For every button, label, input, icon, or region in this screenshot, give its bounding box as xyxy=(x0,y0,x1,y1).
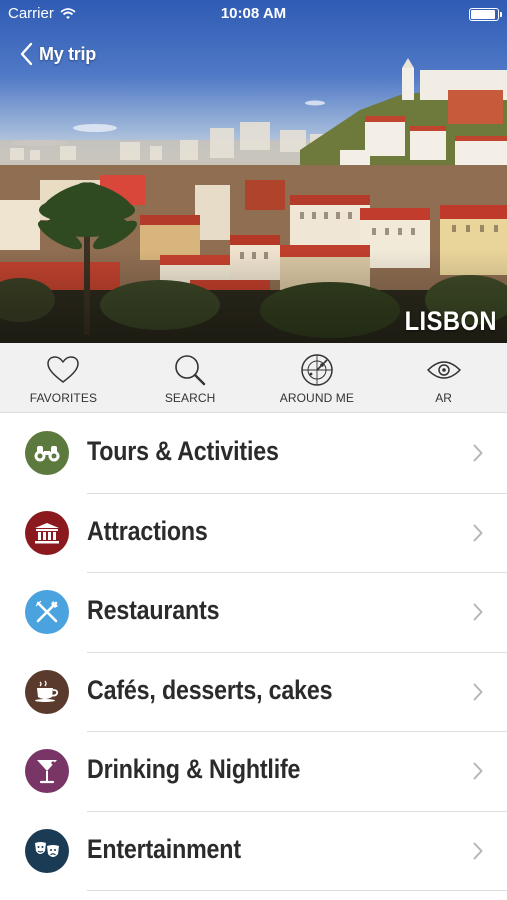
quick-actions-toolbar: FAVORITES SEARCH AROUND ME AR xyxy=(0,343,507,413)
radar-icon xyxy=(301,354,333,386)
chevron-right-icon xyxy=(473,444,483,462)
entertainment-badge xyxy=(25,828,69,873)
around-me-button[interactable]: AROUND ME xyxy=(254,343,381,412)
back-button[interactable]: My trip xyxy=(20,40,96,68)
favorites-button[interactable]: FAVORITES xyxy=(0,343,127,412)
category-row-attractions[interactable]: Attractions xyxy=(0,494,507,573)
category-list: Tours & Activities Attractions Restauran… xyxy=(0,414,507,891)
category-row-drinking[interactable]: Drinking & Nightlife xyxy=(0,732,507,812)
theater-masks-icon xyxy=(35,841,59,857)
category-label: Drinking & Nightlife xyxy=(87,754,301,784)
chevron-right-icon xyxy=(473,603,483,621)
chevron-right-icon xyxy=(473,762,483,780)
cafes-badge xyxy=(25,669,69,714)
category-row-cafes[interactable]: Cafés, desserts, cakes xyxy=(0,653,507,732)
chevron-right-icon xyxy=(473,683,483,700)
category-label: Tours & Activities xyxy=(87,436,279,466)
drinking-badge xyxy=(25,749,69,793)
coffee-cup-icon xyxy=(35,680,59,702)
cocktail-icon xyxy=(37,760,57,784)
category-row-entertainment[interactable]: Entertainment xyxy=(0,812,507,891)
back-button-label: My trip xyxy=(39,43,96,64)
category-row-tours[interactable]: Tours & Activities xyxy=(0,414,507,494)
chevron-right-icon xyxy=(473,842,483,859)
restaurants-badge xyxy=(25,590,69,634)
ar-button[interactable]: AR xyxy=(380,343,507,412)
category-label: Entertainment xyxy=(87,833,241,864)
magnifier-icon xyxy=(175,355,206,386)
category-row-restaurants[interactable]: Restaurants xyxy=(0,573,507,653)
heart-icon xyxy=(47,356,80,383)
status-bar: Carrier 10:08 AM xyxy=(0,0,507,28)
search-label: SEARCH xyxy=(164,391,216,405)
tours-badge xyxy=(25,431,69,475)
eye-icon xyxy=(426,361,461,379)
search-button[interactable]: SEARCH xyxy=(127,343,254,412)
ar-label: AR xyxy=(435,391,453,405)
battery-icon xyxy=(469,8,502,21)
city-hero-image: Carrier 10:08 AM My trip LISBON xyxy=(0,0,507,343)
landmark-icon xyxy=(35,522,59,543)
category-label: Attractions xyxy=(87,515,208,546)
category-label: Cafés, desserts, cakes xyxy=(87,674,333,705)
row-divider xyxy=(87,890,507,891)
chevron-right-icon xyxy=(473,524,483,541)
around-me-label: AROUND ME xyxy=(279,391,354,405)
chevron-left-icon xyxy=(20,42,33,66)
city-title: LISBON xyxy=(404,306,497,336)
binoculars-icon xyxy=(34,446,60,462)
favorites-label: FAVORITES xyxy=(29,391,98,405)
category-label: Restaurants xyxy=(87,595,220,625)
fork-knife-icon xyxy=(35,600,58,623)
attractions-badge xyxy=(25,510,69,555)
status-time: 10:08 AM xyxy=(220,5,287,22)
